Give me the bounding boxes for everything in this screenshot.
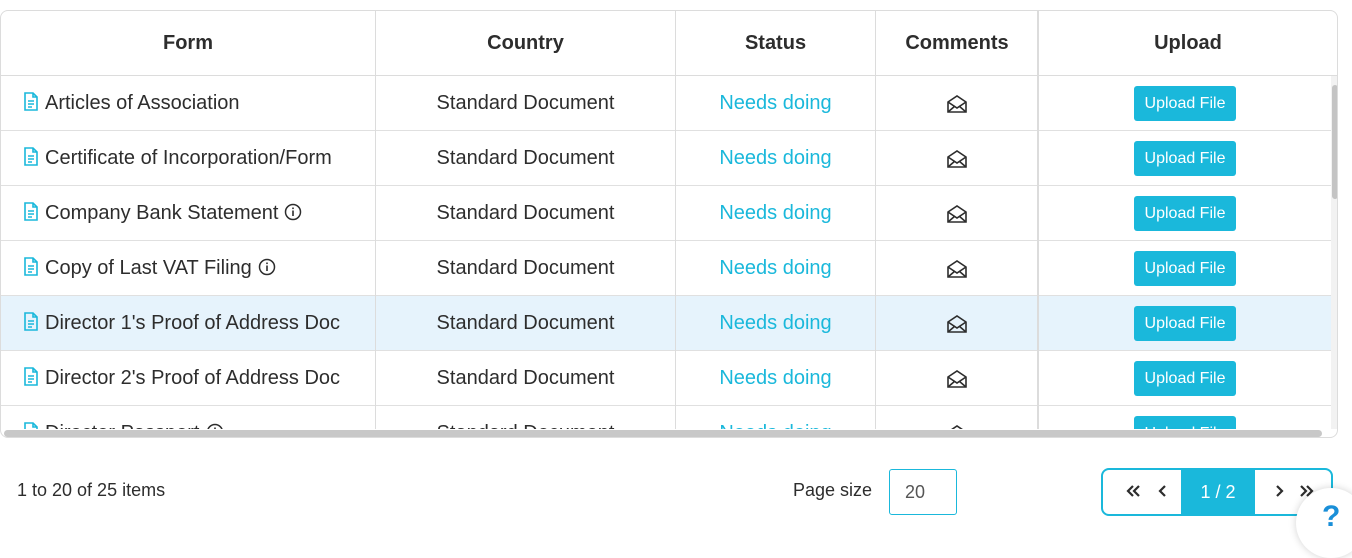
document-icon [24,312,38,332]
form-cell[interactable]: Articles of Association [1,76,375,130]
table-row[interactable]: Director 1's Proof of Address Doc Standar… [1,296,1331,351]
column-header-form[interactable]: Form [1,11,375,75]
double-chevron-left-icon [1126,485,1140,497]
form-name: Company Bank Statement [45,202,279,224]
help-icon[interactable]: ? [1322,500,1340,534]
upload-cell: Upload File [1039,241,1331,295]
envelope-icon[interactable] [946,259,968,279]
upload-cell: Upload File [1039,76,1331,130]
country-cell: Standard Document [436,92,615,114]
document-icon [24,422,38,429]
upload-file-button[interactable]: Upload File [1133,141,1237,177]
status-cell: Needs doing [719,202,832,224]
upload-cell: Upload File [1039,406,1331,429]
column-divider [675,11,676,429]
first-page-button[interactable] [1121,470,1145,514]
upload-cell: Upload File [1039,131,1331,185]
horizontal-scrollbar[interactable] [4,430,1322,437]
form-cell[interactable]: Company Bank Statement [1,186,375,240]
upload-file-button[interactable]: Upload File [1133,196,1237,232]
info-icon[interactable] [284,203,302,221]
envelope-icon[interactable] [946,314,968,334]
comments-cell [876,296,1038,350]
page-size-input[interactable]: 20 [889,469,957,515]
country-cell: Standard Document [376,406,675,429]
envelope-icon[interactable] [946,149,968,169]
table-row[interactable]: Company Bank Statement Standard Document N… [1,186,1331,241]
form-name: Director 2's Proof of Address Doc [45,367,341,389]
upload-file-button[interactable]: Upload File [1133,86,1237,122]
form-name: Director 1's Proof of Address Doc [45,312,341,334]
documents-grid: Form Country Status Comments Upload Arti… [0,10,1338,438]
comments-cell [876,186,1038,240]
envelope-icon[interactable] [946,369,968,389]
comments-cell [876,406,1038,429]
column-header-country[interactable]: Country [376,11,675,75]
form-cell[interactable]: Director 2's Proof of Address Doc [1,351,375,405]
upload-file-button[interactable]: Upload File [1133,416,1237,429]
upload-cell: Upload File [1039,186,1331,240]
form-name: Director Passport [45,422,200,429]
grid-body: Articles of Association Standard Document… [1,76,1331,429]
status-cell: Needs doing [719,92,832,114]
info-icon[interactable] [258,258,276,276]
envelope-icon[interactable] [946,204,968,224]
upload-file-button[interactable]: Upload File [1133,251,1237,287]
chevron-left-icon [1158,485,1166,497]
table-row[interactable]: Director Passport Standard DocumentNeeds … [1,406,1331,429]
next-page-button[interactable] [1267,470,1291,514]
status-cell: Needs doing [719,312,832,334]
status-cell: Needs doing [719,147,832,169]
comments-cell [876,351,1038,405]
items-count: 1 to 20 of 25 items [17,480,166,500]
upload-file-button[interactable]: Upload File [1133,361,1237,397]
comments-cell [876,76,1038,130]
upload-file-button[interactable]: Upload File [1133,306,1237,342]
prev-page-button[interactable] [1151,470,1175,514]
upload-cell: Upload File [1039,351,1331,405]
country-cell: Standard Document [436,312,615,334]
column-divider [875,11,876,429]
form-cell[interactable]: Certificate of Incorporation/Form [1,131,375,185]
country-cell: Standard Document [436,202,615,224]
document-icon [24,257,38,277]
vertical-scrollbar-thumb[interactable] [1332,85,1337,199]
table-row[interactable]: Director 2's Proof of Address Doc Standar… [1,351,1331,406]
table-row[interactable]: Articles of Association Standard Document… [1,76,1331,131]
document-icon [24,367,38,387]
comments-cell [876,131,1038,185]
table-row[interactable]: Certificate of Incorporation/Form Standar… [1,131,1331,186]
column-divider [375,11,376,429]
status-cell: Needs doing [719,367,832,389]
country-cell: Standard Document [436,257,615,279]
envelope-icon[interactable] [946,94,968,114]
upload-cell: Upload File [1039,296,1331,350]
document-icon [24,92,38,112]
chevron-right-icon [1276,485,1284,497]
country-cell: Standard Document [436,147,615,169]
form-cell[interactable]: Copy of Last VAT Filing [1,241,375,295]
form-name: Copy of Last VAT Filing [45,257,252,279]
column-divider [1038,11,1039,429]
form-name: Articles of Association [45,92,240,114]
current-page: 1 / 2 [1181,470,1255,514]
info-icon[interactable] [206,423,224,429]
form-cell[interactable]: Director Passport [1,406,375,429]
column-header-upload[interactable]: Upload [1039,11,1337,75]
grid-header: Form Country Status Comments Upload [1,11,1337,76]
column-header-status[interactable]: Status [676,11,875,75]
comments-cell [876,241,1038,295]
status-cell: Needs doing [676,406,875,429]
table-row[interactable]: Copy of Last VAT Filing Standard Document… [1,241,1331,296]
form-name: Certificate of Incorporation/Form [45,147,332,169]
country-cell: Standard Document [436,367,615,389]
column-header-comments[interactable]: Comments [876,11,1038,75]
page-size-label: Page size [793,480,873,500]
document-icon [24,147,38,167]
envelope-icon[interactable] [946,424,968,429]
document-icon [24,202,38,222]
status-cell: Needs doing [719,257,832,279]
form-cell[interactable]: Director 1's Proof of Address Doc [1,296,375,350]
